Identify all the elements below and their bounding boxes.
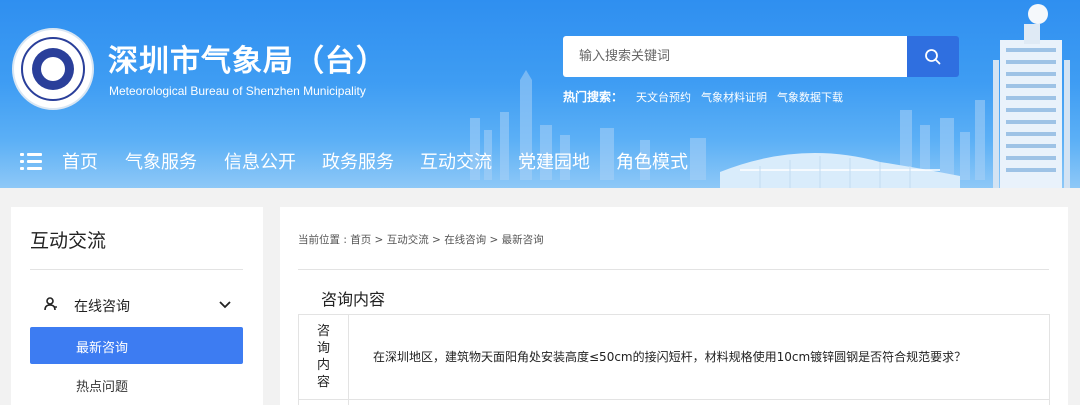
consult-content-label: 咨询内容: [317, 324, 331, 390]
search-input[interactable]: [563, 36, 907, 77]
consult-question-text: 在深圳地区，建筑物天面阳角处安装高度≤50cm的接闪短杆，材料规格使用10cm镀…: [373, 350, 967, 364]
main-content: 当前位置 : 首页 > 互动交流 > 在线咨询 > 最新咨询 咨询内容 咨询内容…: [280, 207, 1068, 405]
search-button[interactable]: [907, 36, 959, 77]
section-title: 咨询内容: [321, 290, 386, 309]
nav-item-interaction[interactable]: 互动交流: [420, 148, 492, 174]
sidebar-item-latest-consult[interactable]: 最新咨询: [30, 327, 243, 364]
main-nav: 首页 气象服务 信息公开 政务服务 互动交流 党建园地 角色模式: [0, 140, 720, 180]
hot-link-data-download[interactable]: 气象数据下载: [777, 89, 843, 105]
hot-link-certificate[interactable]: 气象材料证明: [701, 89, 767, 105]
search-icon: [925, 48, 941, 64]
breadcrumb-separator: >: [371, 234, 387, 246]
site-subtitle: Meteorological Bureau of Shenzhen Munici…: [109, 84, 366, 98]
sidebar-title: 互动交流: [30, 230, 107, 252]
table-label-cell: 咨询内容: [299, 315, 349, 399]
sidebar-divider: [30, 269, 243, 270]
hot-link-observatory[interactable]: 天文台预约: [636, 89, 691, 105]
bureau-logo[interactable]: [12, 28, 94, 110]
table-next-row-label: [299, 400, 349, 405]
sidebar-group-online-consult[interactable]: 在线咨询: [30, 289, 243, 321]
content-divider: [298, 269, 1049, 270]
sidebar: 互动交流 在线咨询 最新咨询 热点问题: [11, 207, 263, 405]
sidebar-item-label: 最新咨询: [76, 341, 129, 356]
breadcrumb-latest-consult[interactable]: 最新咨询: [502, 234, 544, 246]
table-row-separator: [299, 399, 1049, 400]
hot-search-label: 热门搜索：: [563, 90, 624, 104]
user-icon: [44, 297, 57, 311]
breadcrumb-interaction[interactable]: 互动交流: [387, 234, 429, 246]
nav-item-party-building[interactable]: 党建园地: [518, 148, 590, 174]
menu-icon[interactable]: [20, 152, 42, 170]
breadcrumb-prefix: 当前位置 :: [298, 234, 351, 246]
nav-item-gov-service[interactable]: 政务服务: [322, 148, 394, 174]
breadcrumb-separator: >: [486, 234, 502, 246]
consult-table: 咨询内容 在深圳地区，建筑物天面阳角处安装高度≤50cm的接闪短杆，材料规格使用…: [298, 314, 1050, 405]
breadcrumb-online-consult[interactable]: 在线咨询: [444, 234, 486, 246]
breadcrumb-home[interactable]: 首页: [350, 234, 371, 246]
logo-core: [32, 48, 74, 90]
site-header: 深圳市气象局（台） Meteorological Bureau of Shenz…: [0, 0, 1080, 188]
sidebar-item-label: 热点问题: [76, 380, 129, 395]
nav-item-weather-service[interactable]: 气象服务: [125, 148, 197, 174]
sidebar-group-label: 在线咨询: [74, 299, 130, 315]
nav-item-home[interactable]: 首页: [62, 148, 98, 174]
nav-item-role-mode[interactable]: 角色模式: [616, 148, 688, 174]
site-title[interactable]: 深圳市气象局（台）: [108, 36, 387, 80]
sidebar-item-hot-questions[interactable]: 热点问题: [30, 367, 243, 401]
chevron-down-icon: [219, 301, 231, 309]
breadcrumb: 当前位置 : 首页 > 互动交流 > 在线咨询 > 最新咨询: [298, 232, 544, 247]
nav-item-info-disclosure[interactable]: 信息公开: [224, 148, 296, 174]
breadcrumb-separator: >: [428, 234, 445, 246]
